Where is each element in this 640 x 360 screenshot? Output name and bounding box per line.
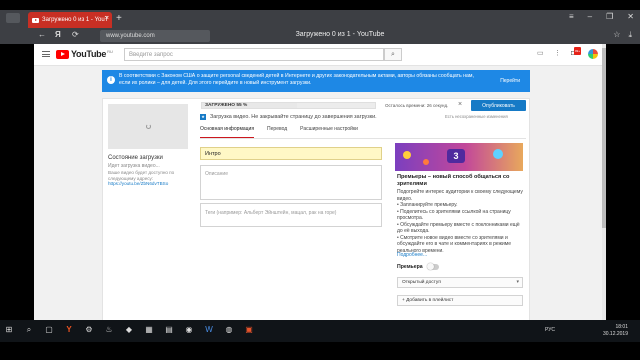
search-input[interactable]: Введите запрос [124,48,384,61]
new-tab-button[interactable]: + [116,13,122,24]
banner-go-link[interactable]: Перейти [500,78,520,84]
app-icon[interactable]: ◆ [124,325,134,335]
notifications-badge: 99+ [574,47,582,55]
yandex-browser-icon[interactable]: Y [64,325,74,335]
youtube-logo[interactable]: YouTube RU [56,49,113,59]
screen: Загружено 0 из 1 - YouT × + ≡ – ❐ ✕ ← Я … [0,0,640,360]
confetti-dot [493,149,503,159]
youtube-header: YouTube RU Введите запрос ⌕ ▭ ⋮ ◘99+ [34,44,606,66]
upload-note: Загрузка видео. Не закрывайте страницу д… [210,114,377,120]
office-icon[interactable]: ▣ [244,325,254,335]
chevron-down-icon: ▾ [516,279,519,285]
settings-icon[interactable]: ⚙ [84,325,94,335]
premiere-headline: Премьеры – новый способ общаться со зрит… [397,174,510,187]
close-window-icon[interactable]: ✕ [627,12,634,21]
menu-icon[interactable]: ≡ [569,12,574,21]
apps-grid-icon[interactable]: ⋮ [554,50,562,58]
minimize-icon[interactable]: – [588,12,592,21]
upload-progress-text: ЗАГРУЖЕНО 55 % [205,103,248,108]
time-remaining: Осталось времени: 26 секунд. [385,103,449,108]
letterbox-top [0,0,640,10]
countdown-number: 3 [447,149,465,163]
address-bar: ← Я ⟳ www.youtube.com Загружено 0 из 1 -… [0,28,640,44]
language-indicator[interactable]: РУС [545,327,555,333]
banner-text: В соответствии с Законом США о защите pe… [119,73,474,86]
upload-status-sub: Идет загрузка видео... [108,163,160,169]
clock[interactable]: 18:01 30.12.2019 [603,324,628,337]
tabs-divider [200,138,526,139]
app-round-icon[interactable]: ◍ [224,325,234,335]
guide-menu-icon[interactable] [42,51,50,57]
premiere-description: Подогрейте интерес аудитории к своему сл… [397,189,523,254]
media-icon[interactable]: ◉ [184,325,194,335]
page-title: Загружено 0 из 1 - YouTube [295,31,385,38]
upload-url-label: Ваше видео будет доступно по следующему … [108,170,175,181]
loading-spinner-icon [146,124,151,129]
task-view-icon[interactable]: ▢ [44,325,54,335]
youtube-page: YouTube RU Введите запрос ⌕ ▭ ⋮ ◘99+ i В… [34,44,606,320]
confetti-dot [403,151,411,159]
upload-camera-icon[interactable]: ▭ [537,50,545,58]
notifications-icon[interactable]: ◘99+ [571,47,582,58]
back-icon[interactable]: ← [38,30,46,39]
calculator-icon[interactable]: ▤ [164,325,174,335]
tab-title: Загружено 0 из 1 - YouT [42,17,109,23]
letterbox-left [0,44,34,320]
tabs-menu-button[interactable] [6,13,20,23]
privacy-select-value: Открытый доступ [402,280,441,285]
explorer-icon[interactable]: ▦ [144,325,154,335]
logo-suffix: RU [107,49,113,54]
premiere-toggle[interactable] [427,263,439,270]
add-to-playlist-button[interactable]: + Добавить в плейлист [397,295,523,306]
url-field[interactable]: www.youtube.com [100,30,210,42]
start-icon[interactable]: ⊞ [4,325,14,335]
upload-status-title: Состояние загрузки [108,155,163,161]
tags-field[interactable]: Теги (например: Альберт Эйнштейн, мацал,… [200,203,382,227]
privacy-select[interactable]: Открытый доступ ▾ [397,277,523,288]
video-thumbnail [108,104,188,149]
premiere-promo-image: 3 [395,143,523,171]
logo-text: YouTube [71,49,107,59]
bookmark-icon[interactable]: ☆ [613,30,620,40]
youtube-play-icon [56,49,69,59]
steam-icon[interactable]: ♨ [104,325,114,335]
address-bar-actions: ☆ ⤓ [613,30,632,40]
header-actions: ▭ ⋮ ◘99+ [537,47,598,59]
browser-tab-active[interactable]: Загружено 0 из 1 - YouT × [28,12,112,28]
search-taskbar-icon[interactable]: ⌕ [24,325,34,335]
window-controls: ≡ – ❐ ✕ [569,12,634,21]
star-icon: ★ [200,114,206,120]
tab-close-icon[interactable]: × [105,15,109,22]
clock-date: 30.12.2019 [602,330,628,337]
search-icon[interactable]: ⌕ [384,48,402,61]
letterbox-bottom [0,342,640,360]
info-icon: i [107,76,115,84]
premiere-more-link[interactable]: Подробнее... [397,252,427,258]
publish-button[interactable]: Опубликовать [471,100,526,111]
browser-logo-icon[interactable]: Я [55,30,61,39]
premiere-label: Премьера [397,264,423,270]
upload-url-link[interactable]: https://youtu.be/ZbN6dvTBSo [108,181,168,186]
upload-card: Состояние загрузки Идет загрузка видео..… [102,98,530,320]
scrollbar-thumb[interactable] [602,48,606,228]
browser-tab-strip: Загружено 0 из 1 - YouT × + ≡ – ❐ ✕ [0,10,640,28]
title-field[interactable]: Интро [200,147,382,160]
unsaved-changes-label: Есть несохраненные изменения [445,114,508,119]
letterbox-right [606,44,640,320]
info-banner: i В соответствии с Законом США о защите … [102,70,530,92]
confetti-dot [423,159,429,165]
reload-icon[interactable]: ⟳ [72,30,79,39]
windows-taskbar: ⊞ ⌕ ▢ Y ⚙ ♨ ◆ ▦ ▤ ◉ W ◍ ▣ РУС 18:01 30.1… [0,320,640,342]
download-icon[interactable]: ⤓ [628,30,632,40]
youtube-favicon-icon [32,17,39,23]
description-field[interactable]: Описание [200,165,382,200]
maximize-icon[interactable]: ❐ [606,12,613,21]
word-icon[interactable]: W [204,325,214,335]
cancel-upload-icon[interactable]: × [458,101,462,108]
avatar[interactable] [588,49,598,59]
